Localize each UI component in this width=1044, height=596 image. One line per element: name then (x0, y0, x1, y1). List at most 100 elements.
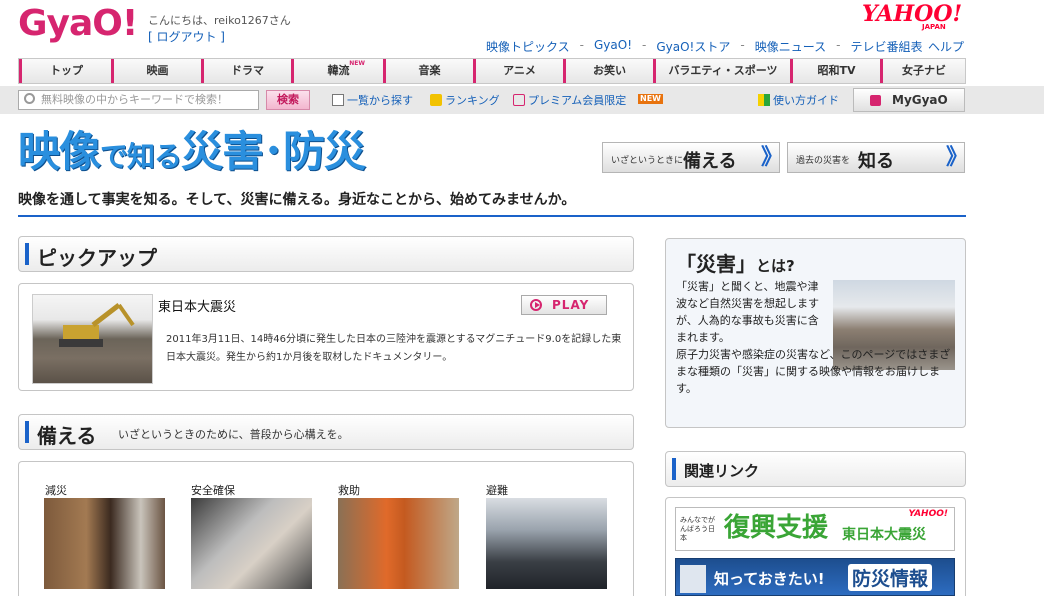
pickup-heading-box: ピックアップ (18, 236, 634, 272)
nav-item-kanryu[interactable]: 韓流 NEW (291, 59, 383, 83)
side-title: 「災害」とは? (676, 248, 795, 277)
category-label-hinan[interactable]: 避難 (486, 482, 508, 498)
gyao-logo[interactable]: GyaO! (18, 4, 138, 44)
yahoo-japan-label: JAPAN (922, 23, 946, 31)
search-icon (24, 93, 35, 104)
nav-label: お笑い (593, 64, 626, 77)
nav-item-drama[interactable]: ドラマ (201, 59, 291, 83)
category-thumb-gensai[interactable] (44, 498, 165, 589)
play-button[interactable]: PLAY (521, 295, 607, 315)
fukko-shien-banner[interactable]: みんなでがんばろう日本 復興支援 東日本大震災 YAHOO! (675, 507, 955, 551)
greeting-text: こんにちは、reiko1267さん (148, 14, 291, 27)
banner-small-text: みんなでがんばろう日本 (680, 516, 715, 542)
nav-item-variety[interactable]: バラエティ・スポーツ (653, 59, 790, 83)
bousai-info-banner[interactable]: 知っておきたい! 防災情報 (675, 558, 955, 596)
banner2-text-a: 知っておきたい! (714, 570, 825, 588)
mygyao-button[interactable]: MyGyaO (853, 88, 965, 112)
side-description-1: 「災害」と聞くと、地震や津波など自然災害を想起しますが、人為的な事故も災害に含ま… (676, 280, 819, 344)
list-icon (332, 94, 344, 106)
toplink-gyao[interactable]: GyaO! (594, 38, 632, 55)
guide-link[interactable]: 使い方ガイド (758, 92, 839, 108)
prepare-label: 備える (683, 151, 737, 172)
help-link[interactable]: ヘルプ (928, 38, 964, 55)
heading-bar (672, 458, 676, 480)
nav-item-top[interactable]: トップ (19, 59, 111, 83)
page-title: 映像で知る災害･防災 (18, 126, 366, 183)
category-label-anzen[interactable]: 安全確保 (191, 482, 235, 498)
category-thumb-hinan[interactable] (486, 498, 607, 589)
nav-item-music[interactable]: 音楽 (383, 59, 473, 83)
category-label-kyujo[interactable]: 救助 (338, 482, 360, 498)
list-link-label: 一覧から探す (347, 94, 413, 107)
know-label: 知る (858, 151, 894, 172)
pickup-description: 2011年3月11日、14時46分頃に発生した日本の三陸沖を震源とするマグニチュ… (166, 334, 622, 363)
main-nav: トップ 映画 ドラマ 韓流 NEW 音楽 アニメ お笑い バラエティ・スポーツ 昭… (18, 58, 966, 84)
toplink-tv-guide[interactable]: テレビ番組表 (850, 38, 922, 55)
pickup-heading: ピックアップ (37, 246, 157, 270)
prepare-pre-label: いざというときに (611, 156, 684, 166)
toplink-separator: - (642, 38, 647, 52)
nav-label: 映画 (146, 64, 169, 77)
nav-item-anime[interactable]: アニメ (473, 59, 563, 83)
ranking-link-label: ランキング (445, 94, 500, 107)
premium-g-icon (513, 94, 525, 106)
new-badge: NEW (349, 60, 365, 67)
play-icon (530, 299, 542, 311)
toplink-news[interactable]: 映像ニュース (755, 38, 826, 55)
title-part-b: で知る (100, 140, 182, 173)
toplink-separator: - (740, 38, 745, 52)
nav-item-comedy[interactable]: お笑い (563, 59, 653, 83)
toplink-store[interactable]: GyaO!ストア (656, 38, 730, 55)
nav-item-showa-tv[interactable]: 昭和TV (790, 59, 880, 83)
play-label: PLAY (552, 298, 590, 312)
yahoo-logo[interactable]: YAHOO! (862, 2, 962, 26)
heading-bar (25, 421, 29, 443)
know-button[interactable]: 過去の災害を 知る 》 (787, 142, 968, 173)
house-icon (680, 565, 706, 593)
pickup-title[interactable]: 東日本大震災 (158, 296, 236, 315)
side-description-2: 原子力災害や感染症の災害など、このページではさまざまな種類の「災害」に関する映像… (676, 348, 951, 395)
search-input[interactable]: 無料映像の中からキーワードで検索！ (18, 90, 259, 110)
nav-item-movie[interactable]: 映画 (111, 59, 201, 83)
mygyao-label: MyGyaO (892, 93, 948, 107)
prepare-button[interactable]: いざというときに 備える 》 (602, 142, 783, 173)
mygyao-icon (870, 95, 881, 106)
side-title-b: とは? (756, 257, 795, 275)
double-chevron-right-icon: 》 (760, 145, 783, 170)
pickup-thumbnail[interactable] (32, 294, 153, 384)
crown-icon (430, 94, 442, 106)
nav-label: アニメ (503, 64, 536, 77)
related-heading-box: 関連リンク (665, 451, 966, 487)
premium-new-badge: NEW (638, 94, 663, 104)
nav-label: トップ (50, 64, 83, 77)
top-links: 映像トピックス - GyaO! - GyaO!ストア - 映像ニュース - テレ… (486, 38, 922, 55)
title-divider (18, 215, 966, 217)
header: GyaO! こんにちは、reiko1267さん [ ログアウト ] YAHOO!… (0, 0, 1044, 58)
toplink-separator: - (836, 38, 841, 52)
toplink-separator: - (579, 38, 584, 52)
category-label-gensai[interactable]: 減災 (45, 482, 67, 498)
nav-label: 韓流 (327, 64, 350, 77)
logout-link[interactable]: [ ログアウト ] (148, 28, 225, 45)
sonaeru-subtitle: いざというときのために、普段から心構えを。 (118, 428, 349, 441)
banner-main-text: 復興支援 (724, 513, 829, 543)
search-button[interactable]: 検索 (266, 90, 310, 110)
search-bar: 無料映像の中からキーワードで検索！ 検索 一覧から探す ランキング プレミアム会… (0, 86, 1044, 114)
side-title-a: 「災害」 (676, 252, 756, 276)
list-link[interactable]: 一覧から探す (332, 92, 413, 108)
nav-label: ドラマ (231, 64, 264, 77)
nav-label: 昭和TV (817, 64, 856, 77)
heading-bar (25, 243, 29, 265)
nav-item-joshi-navi[interactable]: 女子ナビ (880, 59, 965, 83)
nav-label: 女子ナビ (902, 64, 946, 77)
premium-link[interactable]: プレミアム会員限定 (513, 92, 626, 108)
toplink-topics[interactable]: 映像トピックス (486, 38, 570, 55)
search-placeholder: 無料映像の中からキーワードで検索！ (41, 93, 228, 106)
related-heading: 関連リンク (684, 462, 760, 480)
nav-label: 音楽 (418, 64, 441, 77)
banner-sub-text: 東日本大震災 (842, 527, 926, 543)
title-part-a: 映像 (18, 127, 101, 176)
ranking-link[interactable]: ランキング (430, 92, 500, 108)
category-thumb-anzen[interactable] (191, 498, 312, 589)
category-thumb-kyujo[interactable] (338, 498, 459, 589)
